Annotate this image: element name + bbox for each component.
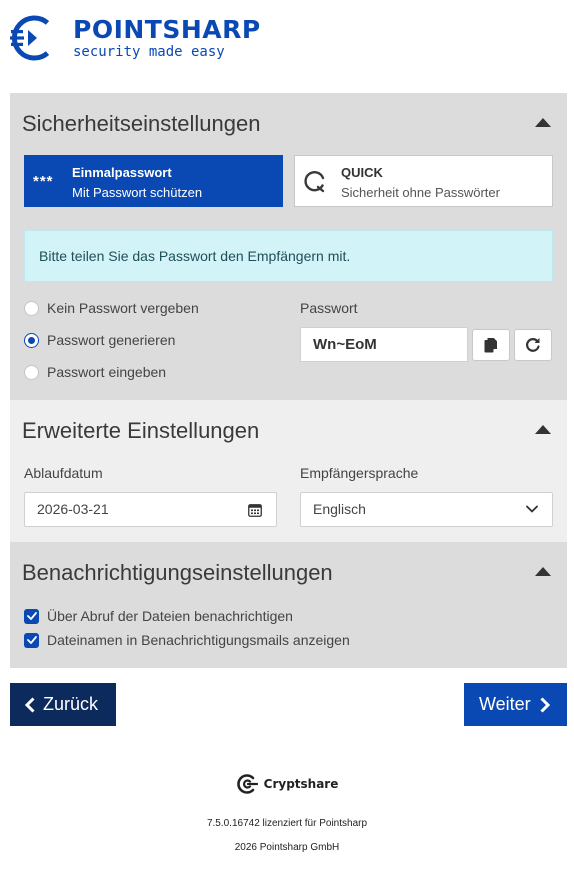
mode-one-time-password[interactable]: *** Einmalpasswort Mit Passwort schützen <box>24 155 283 207</box>
mode-title: Einmalpasswort <box>72 165 172 180</box>
brand-tagline: security made easy <box>73 44 225 60</box>
cryptshare-name: Cryptshare <box>263 777 339 791</box>
notification-settings-title[interactable]: Benachrichtigungseinstellungen <box>22 560 333 586</box>
chevron-down-icon <box>526 505 538 513</box>
password-stars-icon: *** <box>33 173 54 190</box>
recipient-language-value: Englisch <box>313 501 366 517</box>
pointsharp-logo: POINTSHARP security made easy <box>10 12 261 64</box>
radio-label: Kein Passwort vergeben <box>47 300 199 316</box>
collapse-advanced-caret-icon[interactable] <box>535 425 551 434</box>
checkbox-notify-download[interactable]: Über Abruf der Dateien benachrichtigen <box>24 606 293 626</box>
radio-button[interactable] <box>24 364 39 380</box>
regenerate-password-button[interactable] <box>514 329 552 361</box>
quick-icon <box>304 171 325 193</box>
radio-button[interactable] <box>24 300 39 316</box>
expiry-date-label: Ablaufdatum <box>24 465 103 481</box>
mode-title: QUICK <box>341 165 383 180</box>
expiry-date-input[interactable]: 2026-03-21 <box>24 492 277 527</box>
back-button[interactable]: Zurück <box>10 683 116 726</box>
checkbox-show-filenames[interactable]: Dateinamen in Benachrichtigungsmails anz… <box>24 630 350 650</box>
mode-subtitle: Mit Passwort schützen <box>72 185 203 200</box>
radio-enter-password[interactable]: Passwort eingeben <box>24 362 166 382</box>
checkmark-icon <box>26 612 37 620</box>
chevron-left-icon <box>24 696 35 713</box>
copy-password-button[interactable] <box>472 329 510 361</box>
mode-quick[interactable]: QUICK Sicherheit ohne Passwörter <box>294 155 553 207</box>
collapse-notification-caret-icon[interactable] <box>535 567 551 576</box>
pointsharp-logo-icon <box>10 15 50 61</box>
radio-label: Passwort eingeben <box>47 364 167 380</box>
advanced-settings-panel: Erweiterte Einstellungen Ablaufdatum 202… <box>10 400 567 542</box>
brand-name: POINTSHARP <box>73 15 261 44</box>
radio-button[interactable] <box>24 332 39 348</box>
version-text: 7.5.0.16742 lizenziert für Pointsharp <box>206 818 368 829</box>
next-button[interactable]: Weiter <box>464 683 567 726</box>
password-info-alert: Bitte teilen Sie das Passwort den Empfän… <box>24 230 553 282</box>
copyright-text: 2026 Pointsharp GmbH <box>234 842 340 853</box>
next-button-label: Weiter <box>479 694 531 714</box>
checkbox[interactable] <box>24 632 39 648</box>
collapse-security-caret-icon[interactable] <box>535 118 551 127</box>
checkbox-label: Dateinamen in Benachrichtigungsmails anz… <box>47 632 350 648</box>
password-field[interactable]: Wn~EoM <box>300 327 468 362</box>
radio-label: Passwort generieren <box>47 332 176 348</box>
checkmark-icon <box>26 636 37 644</box>
recipient-language-label: Empfängersprache <box>300 465 419 481</box>
advanced-settings-title[interactable]: Erweiterte Einstellungen <box>22 418 259 444</box>
checkbox[interactable] <box>24 608 39 624</box>
copy-icon <box>484 337 498 353</box>
password-label: Passwort <box>300 300 358 316</box>
expiry-date-value: 2026-03-21 <box>37 501 109 517</box>
checkbox-label: Über Abruf der Dateien benachrichtigen <box>47 608 293 624</box>
security-settings-panel: Sicherheitseinstellungen *** Einmalpassw… <box>10 93 567 400</box>
calendar-icon[interactable] <box>248 503 262 517</box>
security-settings-title[interactable]: Sicherheitseinstellungen <box>22 111 261 137</box>
chevron-right-icon <box>540 696 550 713</box>
back-button-label: Zurück <box>43 694 99 714</box>
cryptshare-logo: Cryptshare <box>0 773 574 795</box>
cryptshare-logo-icon <box>236 774 258 794</box>
mode-subtitle: Sicherheit ohne Passwörter <box>341 185 500 200</box>
radio-no-password[interactable]: Kein Passwort vergeben <box>24 298 199 318</box>
radio-generate-password[interactable]: Passwort generieren <box>24 330 175 350</box>
refresh-icon <box>526 338 540 352</box>
recipient-language-select[interactable]: Englisch <box>300 492 553 527</box>
notification-settings-panel: Benachrichtigungseinstellungen Über Abru… <box>10 542 567 668</box>
